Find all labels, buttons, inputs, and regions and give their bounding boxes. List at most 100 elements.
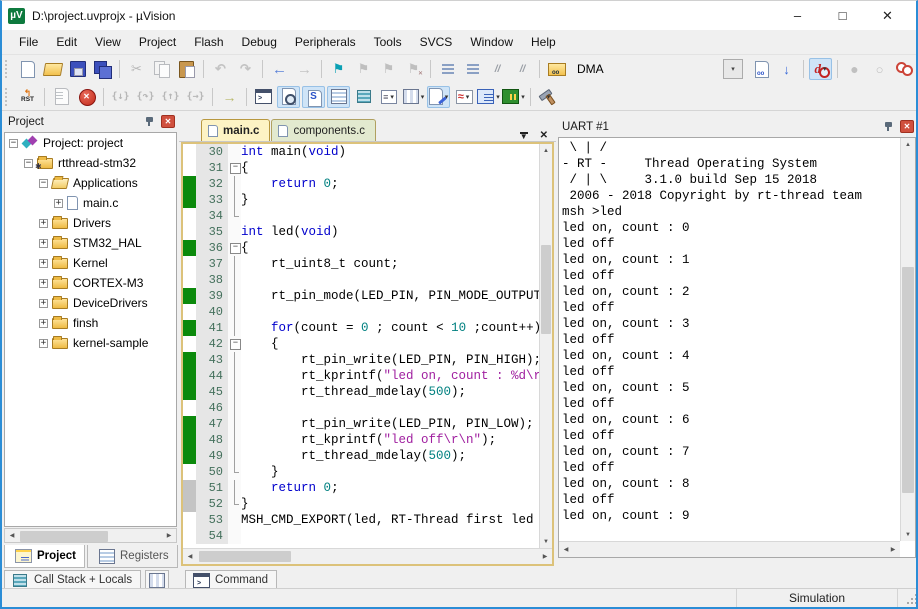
- navigate-back-button[interactable]: ←: [268, 58, 291, 80]
- code-text[interactable]: int led(void): [241, 224, 539, 240]
- code-line[interactable]: 36{: [183, 240, 539, 256]
- expand-icon[interactable]: +: [39, 299, 48, 308]
- previous-bookmark-button[interactable]: ⚑: [352, 58, 375, 80]
- scroll-down-icon[interactable]: ▼: [901, 528, 915, 541]
- menu-file[interactable]: File: [10, 32, 47, 52]
- scroll-up-icon[interactable]: ▲: [540, 144, 552, 157]
- code-line[interactable]: 51 return 0;: [183, 480, 539, 496]
- menu-svcs[interactable]: SVCS: [411, 32, 462, 52]
- code-text[interactable]: [241, 304, 539, 320]
- menu-peripherals[interactable]: Peripherals: [286, 32, 365, 52]
- tree-item-cortex-m3[interactable]: +CORTEX-M3: [5, 273, 176, 293]
- tools-button[interactable]: ▾: [536, 86, 559, 108]
- expand-icon[interactable]: +: [39, 339, 48, 348]
- copy-button[interactable]: [150, 58, 173, 80]
- find-in-files-doc-button[interactable]: [750, 58, 773, 80]
- run-to-line-button[interactable]: {→}: [184, 86, 207, 108]
- code-line[interactable]: 43 rt_pin_write(LED_PIN, PIN_HIGH);: [183, 352, 539, 368]
- collapse-icon[interactable]: −: [24, 159, 33, 168]
- editor-tab-components-c[interactable]: components.c: [271, 119, 376, 141]
- coverage-marker[interactable]: [183, 464, 196, 480]
- menu-tools[interactable]: Tools: [365, 32, 411, 52]
- editor-tab-main-c[interactable]: main.c: [201, 119, 270, 141]
- coverage-marker[interactable]: [183, 208, 196, 224]
- coverage-marker[interactable]: [183, 400, 196, 416]
- code-text[interactable]: rt_thread_mdelay(500);: [241, 384, 539, 400]
- close-button[interactable]: ✕: [865, 1, 910, 30]
- unindent-button[interactable]: [461, 58, 484, 80]
- document-list-icon[interactable]: ▼: [520, 132, 528, 140]
- code-line[interactable]: 47 rt_pin_write(LED_PIN, PIN_LOW);: [183, 416, 539, 432]
- code-text[interactable]: }: [241, 192, 539, 208]
- expand-icon[interactable]: +: [54, 199, 63, 208]
- tree-item-devicedrivers[interactable]: +DeviceDrivers: [5, 293, 176, 313]
- coverage-marker[interactable]: [183, 272, 196, 288]
- coverage-marker[interactable]: [183, 496, 196, 512]
- coverage-marker[interactable]: [183, 336, 196, 352]
- tab-registers[interactable]: Registers: [87, 545, 178, 568]
- code-line[interactable]: 54: [183, 528, 539, 544]
- toolbox-button[interactable]: ▾: [502, 86, 525, 108]
- code-text[interactable]: rt_kprintf("led on, count : %d\r\n", cou…: [241, 368, 539, 384]
- coverage-marker[interactable]: [183, 528, 196, 544]
- code-line[interactable]: 50 }: [183, 464, 539, 480]
- menu-help[interactable]: Help: [522, 32, 565, 52]
- disable-all-breakpoints-button[interactable]: [893, 58, 916, 80]
- menu-window[interactable]: Window: [461, 32, 522, 52]
- find-in-files-button[interactable]: [545, 58, 568, 80]
- step-over-button[interactable]: {↷}: [134, 86, 157, 108]
- code-text[interactable]: rt_pin_write(LED_PIN, PIN_LOW);: [241, 416, 539, 432]
- code-text[interactable]: MSH_CMD_EXPORT(led, RT-Thread first led …: [241, 512, 539, 528]
- coverage-marker[interactable]: [183, 176, 196, 192]
- code-line[interactable]: 41 for(count = 0 ; count < 10 ;count++): [183, 320, 539, 336]
- editor-vscrollbar[interactable]: ▲ ▼: [539, 144, 552, 548]
- undo-button[interactable]: ↶: [209, 58, 232, 80]
- cut-button[interactable]: ✂: [125, 58, 148, 80]
- coverage-marker[interactable]: [183, 432, 196, 448]
- menu-edit[interactable]: Edit: [47, 32, 86, 52]
- tree-item-stm32-hal[interactable]: +STM32_HAL: [5, 233, 176, 253]
- expand-icon[interactable]: +: [39, 239, 48, 248]
- fold-toggle-icon[interactable]: [228, 240, 241, 256]
- code-line[interactable]: 37 rt_uint8_t count;: [183, 256, 539, 272]
- start-stop-debug-button[interactable]: d▾: [809, 58, 832, 80]
- system-viewer-button[interactable]: ▾: [477, 86, 500, 108]
- code-line[interactable]: 42 {: [183, 336, 539, 352]
- code-text[interactable]: rt_uint8_t count;: [241, 256, 539, 272]
- uart-hscrollbar[interactable]: ◀ ▶: [559, 541, 900, 557]
- editor-hscrollbar[interactable]: ◀ ▶: [183, 548, 552, 564]
- tree-item-drivers[interactable]: +Drivers: [5, 213, 176, 233]
- scrollbar-thumb[interactable]: [20, 531, 108, 542]
- fold-toggle-icon[interactable]: [228, 160, 241, 176]
- open-file-button[interactable]: [41, 58, 64, 80]
- show-next-statement-button[interactable]: →: [218, 86, 241, 108]
- code-text[interactable]: rt_pin_mode(LED_PIN, PIN_MODE_OUTPUT);: [241, 288, 539, 304]
- code-line[interactable]: 53MSH_CMD_EXPORT(led, RT-Thread first le…: [183, 512, 539, 528]
- collapse-icon[interactable]: −: [9, 139, 18, 148]
- tree-item-main-c[interactable]: +main.c: [5, 193, 176, 213]
- code-lines[interactable]: 30int main(void)31{32 return 0;33}3435in…: [183, 144, 539, 548]
- new-file-button[interactable]: [16, 58, 39, 80]
- coverage-marker[interactable]: [183, 240, 196, 256]
- insert-breakpoint-button[interactable]: ●: [843, 58, 866, 80]
- scroll-left-icon[interactable]: ◀: [5, 529, 19, 542]
- coverage-marker[interactable]: [183, 480, 196, 496]
- code-text[interactable]: }: [241, 496, 539, 512]
- code-text[interactable]: return 0;: [241, 176, 539, 192]
- save-all-button[interactable]: [91, 58, 114, 80]
- code-text[interactable]: return 0;: [241, 480, 539, 496]
- code-editor[interactable]: 30int main(void)31{32 return 0;33}3435in…: [181, 142, 554, 566]
- reset-button[interactable]: RST: [16, 86, 39, 108]
- tree-item-project-project[interactable]: −Project: project: [5, 133, 176, 153]
- symbol-window-button[interactable]: S: [302, 86, 325, 108]
- code-line[interactable]: 40: [183, 304, 539, 320]
- coverage-marker[interactable]: [183, 384, 196, 400]
- code-text[interactable]: [241, 400, 539, 416]
- code-line[interactable]: 35int led(void): [183, 224, 539, 240]
- serial-windows-button[interactable]: ▾: [427, 86, 450, 108]
- menu-debug[interactable]: Debug: [233, 32, 286, 52]
- pin-icon[interactable]: [144, 116, 154, 128]
- code-text[interactable]: rt_kprintf("led off\r\n");: [241, 432, 539, 448]
- resize-grip[interactable]: [898, 589, 916, 607]
- coverage-marker[interactable]: [183, 368, 196, 384]
